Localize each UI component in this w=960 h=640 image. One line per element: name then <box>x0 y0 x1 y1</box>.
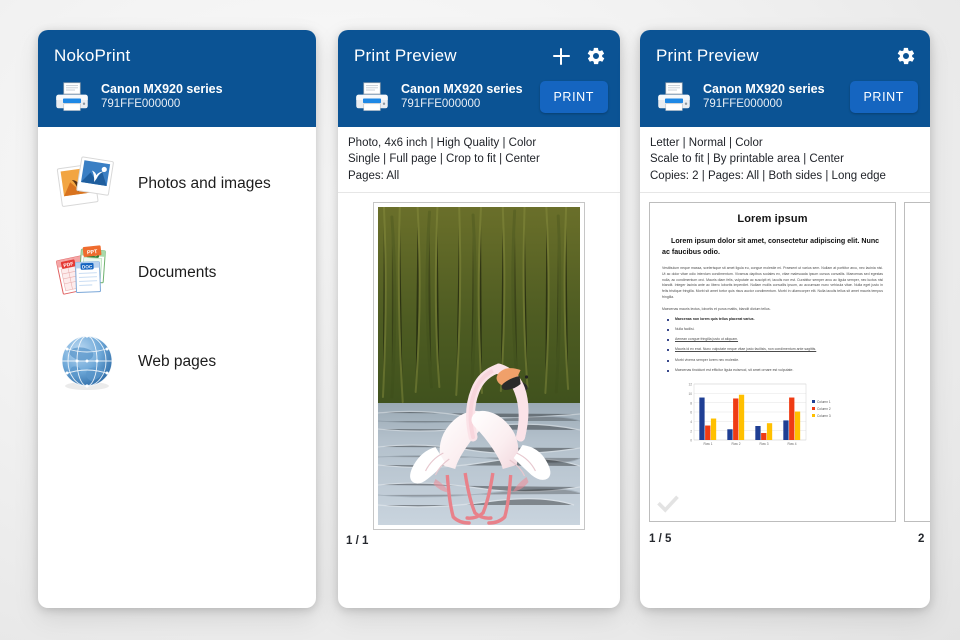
printer-icon <box>658 82 690 111</box>
menu-item-webpages[interactable]: Web pages <box>38 317 316 406</box>
photos-icon <box>56 156 114 207</box>
document-bullet-list: Maecenas non lorem quis tellus placerat … <box>662 317 883 373</box>
list-item: Mauris id ex erat. Nunc vulputate neque … <box>662 347 883 353</box>
svg-text:8: 8 <box>690 402 692 406</box>
preview-title: Print Preview <box>656 46 759 65</box>
photo-preview-title-row: Print Preview <box>338 30 620 77</box>
home-printer-text: Canon MX920 series 791FFE000000 <box>101 82 304 113</box>
list-item: Maecenas tincidunt est efficitur ligula … <box>662 368 883 374</box>
menu-item-documents[interactable]: PDF XLS DOC <box>38 228 316 317</box>
bar-chart-svg: 0 2 4 6 8 10 12 Row 1 Row 2 Row 3 Row 4 Column 1 Col… <box>688 383 831 447</box>
home-menu-list: Photos and images PDF DOC PPT Documents … <box>38 127 316 406</box>
document-preview-printer-text: Canon MX920 series 791FFE000000 <box>703 82 839 113</box>
document-settings-summary[interactable]: Letter | Normal | Color Scale to fit | B… <box>640 127 930 193</box>
print-button[interactable]: PRINT <box>539 81 608 113</box>
check-icon <box>657 495 679 513</box>
document-page-thumbnail-2[interactable] <box>904 201 930 522</box>
photo-preview-printer-text: Canon MX920 series 791FFE000000 <box>401 82 529 113</box>
document-page-thumbnail-1[interactable]: Lorem ipsum Lorem ipsum dolor sit amet, … <box>649 201 896 522</box>
svg-text:Column 3: Column 3 <box>817 414 831 418</box>
document-page-indicators: 1 / 5 2 <box>640 531 930 551</box>
photo-settings-summary[interactable]: Photo, 4x6 inch | High Quality | Color S… <box>338 127 620 193</box>
svg-text:Row 4: Row 4 <box>787 442 796 446</box>
document-page-indicator: 1 / 5 <box>649 532 672 545</box>
menu-item-webpages-label: Web pages <box>138 352 217 370</box>
document-preview-panel: Print Preview Canon MX920 series 791FFE0… <box>640 30 930 608</box>
menu-item-photos-label: Photos and images <box>138 174 271 192</box>
gear-icon[interactable] <box>586 46 606 66</box>
document-preview-area: Lorem ipsum Lorem ipsum dolor sit amet, … <box>640 192 930 551</box>
home-appbar-title-row: NokoPrint <box>38 30 316 77</box>
svg-text:PPT: PPT <box>87 249 99 256</box>
photo-preview-actions <box>552 46 606 66</box>
document-settings-line-1: Letter | Normal | Color <box>650 137 763 149</box>
app-title: NokoPrint <box>54 46 131 65</box>
photo-preview-printer-row[interactable]: Canon MX920 series 791FFE000000 PRINT <box>338 77 620 127</box>
svg-text:Row 1: Row 1 <box>703 442 712 446</box>
svg-text:Column 1: Column 1 <box>817 400 831 404</box>
document-settings-line-3: Copies: 2 | Pages: All | Both sides | Lo… <box>650 169 886 182</box>
preview-title: Print Preview <box>354 46 457 65</box>
document-subline: Maecenas mauris lectus, lobortis et puru… <box>662 307 771 312</box>
list-item: Aenean congue fringilla justo ut aliquam… <box>662 337 883 343</box>
menu-item-photos[interactable]: Photos and images <box>38 139 316 228</box>
svg-text:4: 4 <box>690 420 692 424</box>
photo-image <box>378 206 580 525</box>
list-item: Nulla facilisi. <box>662 327 883 333</box>
plus-icon[interactable] <box>552 47 570 65</box>
printer-name: Canon MX920 series <box>401 81 523 96</box>
photo-preview-appbar: Print Preview Canon MX920 series 791FFE0… <box>338 30 620 127</box>
document-settings-line-2: Scale to fit | By printable area | Cente… <box>650 153 844 166</box>
photo-page-indicator: 1 / 1 <box>346 534 369 547</box>
home-printer-row[interactable]: Canon MX920 series 791FFE000000 <box>38 77 316 127</box>
menu-item-documents-label: Documents <box>138 263 217 281</box>
document-lead: Lorem ipsum dolor sit amet, consectetur … <box>662 236 880 256</box>
svg-text:6: 6 <box>690 411 692 415</box>
printer-id: 791FFE000000 <box>101 98 181 111</box>
svg-text:0: 0 <box>690 439 692 443</box>
svg-text:Row 2: Row 2 <box>731 442 740 446</box>
document-paragraph: Vestibulum neque massa, scelerisque sit … <box>662 266 883 299</box>
document-bar-chart: 0 2 4 6 8 10 12 Row 1 Row 2 Row 3 Row 4 Column 1 Col… <box>678 380 862 452</box>
document-preview-title-row: Print Preview <box>640 30 930 77</box>
printer-icon <box>56 82 88 111</box>
printer-id: 791FFE000000 <box>401 98 481 111</box>
document-title: Lorem ipsum <box>737 212 808 225</box>
photo-preview-panel: Print Preview Canon MX920 series 791FFE0… <box>338 30 620 608</box>
home-panel: NokoPrint Canon MX920 series 791FFE00000… <box>38 30 316 608</box>
printer-name: Canon MX920 series <box>703 81 825 96</box>
document-preview-appbar: Print Preview Canon MX920 series 791FFE0… <box>640 30 930 127</box>
document-page-1-body: Lorem ipsum Lorem ipsum dolor sit amet, … <box>650 203 895 521</box>
svg-text:12: 12 <box>688 383 692 387</box>
globe-icon <box>61 333 113 390</box>
list-item: Morbi viverra semper lorem nec molestie. <box>662 358 883 364</box>
svg-text:DOC: DOC <box>82 264 93 269</box>
printer-name: Canon MX920 series <box>101 81 223 96</box>
svg-text:Column 2: Column 2 <box>817 407 831 411</box>
svg-text:Row 3: Row 3 <box>759 442 768 446</box>
home-appbar: NokoPrint Canon MX920 series 791FFE00000… <box>38 30 316 127</box>
document-page-indicator-next: 2 <box>918 532 925 545</box>
photo-preview-area: 1 / 1 <box>338 201 620 547</box>
document-preview-actions <box>896 46 916 66</box>
svg-text:10: 10 <box>688 392 692 396</box>
document-page-strip[interactable]: Lorem ipsum Lorem ipsum dolor sit amet, … <box>640 193 930 531</box>
photo-settings-line-3: Pages: All <box>348 169 400 182</box>
photo-settings-line-2: Single | Full page | Crop to fit | Cente… <box>348 153 540 166</box>
printer-id: 791FFE000000 <box>703 98 783 111</box>
photo-settings-line-1: Photo, 4x6 inch | High Quality | Color <box>348 137 537 149</box>
printer-icon <box>356 82 388 111</box>
list-item: Maecenas non lorem quis tellus placerat … <box>662 317 883 323</box>
document-preview-printer-row[interactable]: Canon MX920 series 791FFE000000 PRINT <box>640 77 930 127</box>
documents-icon: PDF XLS DOC <box>56 244 106 295</box>
photo-page-thumbnail[interactable] <box>373 201 585 530</box>
print-button[interactable]: PRINT <box>849 81 918 113</box>
gear-icon[interactable] <box>896 46 916 66</box>
svg-text:2: 2 <box>690 430 692 434</box>
